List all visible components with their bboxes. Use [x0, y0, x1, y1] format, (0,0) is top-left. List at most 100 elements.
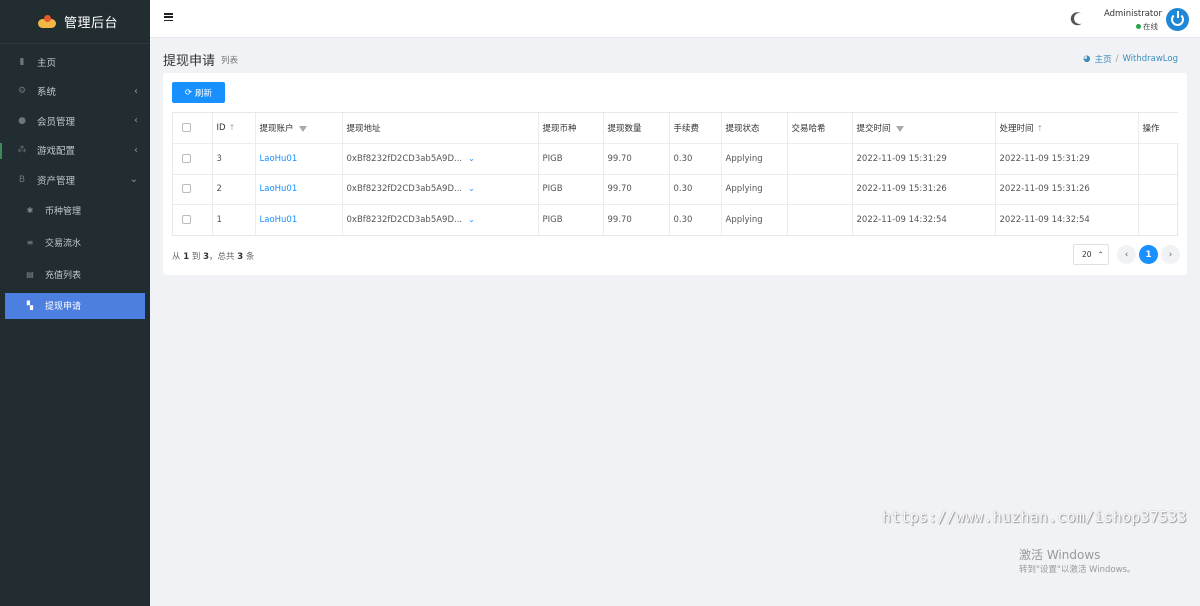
row-select-cell [173, 204, 213, 235]
sidebar-item-system[interactable]: ⚙ 系统 ‹ [0, 77, 150, 107]
row-select-cell [173, 174, 213, 205]
breadcrumb-home[interactable]: 主页 [1095, 53, 1112, 65]
document-icon: ▚ [26, 301, 34, 310]
row-checkbox[interactable] [182, 184, 191, 194]
sidebar-item-label: 游戏配置 [37, 146, 76, 158]
page-size-select[interactable]: 20 ⌃ [1073, 244, 1109, 265]
cell-coin: PIGB [538, 204, 604, 235]
table-row[interactable]: 1 LaoHu01 0xBf8232fD2CD3ab5A9D... ⌄ PIGB … [173, 204, 1179, 236]
summary-text: ，总共 [208, 252, 235, 262]
select-all-checkbox[interactable] [182, 123, 191, 132]
sidebar-item-coin-management[interactable]: ✱ 币种管理 [0, 195, 150, 227]
sidebar-item-game-config[interactable]: ⁂ 游戏配置 ‹ [0, 136, 150, 166]
chevron-left-icon: ‹ [134, 115, 138, 127]
cell-address: 0xBf8232fD2CD3ab5A9D... ⌄ [342, 174, 539, 205]
row-checkbox[interactable] [182, 215, 191, 224]
sort-icon[interactable]: ↑ [1037, 124, 1044, 133]
row-checkbox[interactable] [182, 153, 191, 163]
cell-fee: 0.30 [669, 204, 722, 235]
cell-id: 1 [212, 204, 256, 235]
select-all-cell [173, 113, 213, 144]
breadcrumb: ◕ 主页 / WithdrawLog [1083, 53, 1178, 65]
brand[interactable]: 管理后台 [0, 0, 150, 44]
address-text: 0xBf8232fD2CD3ab5A9D... [346, 153, 463, 164]
sidebar-item-label: 主页 [37, 57, 57, 69]
cell-fee: 0.30 [669, 143, 722, 175]
expand-icon[interactable]: ⌄ [468, 215, 475, 224]
sidebar-subnav-assets: ✱ 币种管理 ≡ 交易流水 ▤ 充值列表 ▚ 提现申请 [0, 195, 150, 319]
account-link[interactable]: LaoHu01 [260, 154, 298, 164]
table-row[interactable]: 2 LaoHu01 0xBf8232fD2CD3ab5A9D... ⌄ PIGB … [173, 174, 1179, 205]
sidebar-item-label: 提现申请 [45, 302, 82, 312]
expand-icon[interactable]: ⌄ [468, 154, 475, 163]
chevron-up-icon: ⌃ [1097, 250, 1104, 259]
column-label: 提现账户 [259, 124, 294, 134]
cell-hash [787, 204, 853, 235]
breadcrumb-current[interactable]: WithdrawLog [1122, 54, 1178, 64]
game-icon: ⁂ [17, 145, 27, 156]
data-table: ID ↑ 提现账户 提现地址 提现币种 提现数量 手续费 提现状态 交易哈希 提交… [172, 112, 1179, 236]
refresh-label: 刷新 [195, 88, 213, 99]
cell-coin: PIGB [538, 143, 604, 175]
cell-account: LaoHu01 [255, 204, 343, 235]
windows-activation-title: 激活 Windows [1019, 548, 1101, 562]
cell-action [1138, 174, 1179, 205]
sidebar-nav: ▮ 主页 ⚙ 系统 ‹ ● 会员管理 ‹ ⁂ 游戏配置 ‹ B 资产管理 ⌄ [0, 47, 150, 195]
sidebar-item-home[interactable]: ▮ 主页 [0, 47, 150, 77]
column-header-id[interactable]: ID ↑ [212, 113, 256, 144]
user-name[interactable]: Administrator [1104, 9, 1162, 19]
chevron-down-icon: ⌄ [129, 174, 138, 186]
page-subtitle: 列表 [221, 56, 239, 66]
summary-text: 到 [191, 252, 201, 262]
summary-text: 条 [245, 252, 255, 262]
account-link[interactable]: LaoHu01 [260, 215, 298, 225]
column-label: 提现币种 [542, 124, 577, 134]
cell-action [1138, 205, 1179, 236]
sort-icon[interactable]: ↑ [229, 123, 236, 132]
column-label: 提现地址 [346, 124, 381, 134]
sidebar-item-withdraw-requests[interactable]: ▚ 提现申请 [5, 292, 145, 319]
cell-status: Applying [721, 204, 788, 235]
sidebar-item-transactions[interactable]: ≡ 交易流水 [0, 227, 150, 259]
sidebar-item-label: 系统 [37, 87, 57, 99]
avatar[interactable] [1166, 8, 1189, 31]
cell-address: 0xBf8232fD2CD3ab5A9D... ⌄ [342, 204, 539, 235]
table-icon: ▤ [26, 270, 34, 279]
cell-hash [787, 143, 853, 175]
page-button-current[interactable]: 1 [1139, 245, 1158, 264]
menu-toggle-icon[interactable] [164, 13, 173, 22]
column-header-amount: 提现数量 [603, 113, 670, 144]
cell-id: 3 [212, 143, 256, 175]
expand-icon[interactable]: ⌄ [468, 184, 475, 193]
sidebar-item-label: 币种管理 [45, 207, 82, 217]
logo-icon [38, 14, 56, 29]
column-header-account[interactable]: 提现账户 [255, 113, 343, 144]
power-icon [1171, 11, 1184, 26]
pagination: ‹ 1 › [1117, 245, 1180, 264]
cell-id: 2 [212, 174, 256, 205]
table-row[interactable]: 3 LaoHu01 0xBf8232fD2CD3ab5A9D... ⌄ PIGB … [173, 143, 1179, 175]
cell-fee: 0.30 [669, 174, 722, 205]
column-label: 提现数量 [607, 124, 642, 134]
column-header-process-time[interactable]: 处理时间 ↑ [995, 113, 1139, 144]
prev-page-button[interactable]: ‹ [1117, 245, 1136, 264]
next-page-button[interactable]: › [1161, 245, 1180, 264]
refresh-button[interactable]: ⟳ 刷新 [172, 82, 225, 103]
account-link[interactable]: LaoHu01 [260, 184, 298, 194]
cell-amount: 99.70 [603, 143, 670, 175]
sidebar-item-assets[interactable]: B 资产管理 ⌄ [0, 165, 150, 195]
column-header-hash: 交易哈希 [787, 113, 853, 144]
column-header-submit-time[interactable]: 提交时间 [852, 113, 996, 144]
filter-icon[interactable] [895, 125, 904, 132]
sidebar-item-recharge-list[interactable]: ▤ 充值列表 [0, 259, 150, 291]
filter-icon[interactable] [298, 125, 307, 132]
column-header-coin: 提现币种 [538, 113, 604, 144]
user-icon: ● [18, 115, 26, 126]
cell-amount: 99.70 [603, 204, 670, 235]
cell-action [1138, 143, 1179, 175]
sidebar-item-members[interactable]: ● 会员管理 ‹ [0, 106, 150, 136]
dark-mode-icon[interactable] [1072, 11, 1086, 25]
cell-account: LaoHu01 [255, 174, 343, 205]
sidebar: 管理后台 ▮ 主页 ⚙ 系统 ‹ ● 会员管理 ‹ ⁂ 游戏配置 ‹ B 资产管… [0, 0, 150, 606]
cell-address: 0xBf8232fD2CD3ab5A9D... ⌄ [342, 143, 539, 175]
